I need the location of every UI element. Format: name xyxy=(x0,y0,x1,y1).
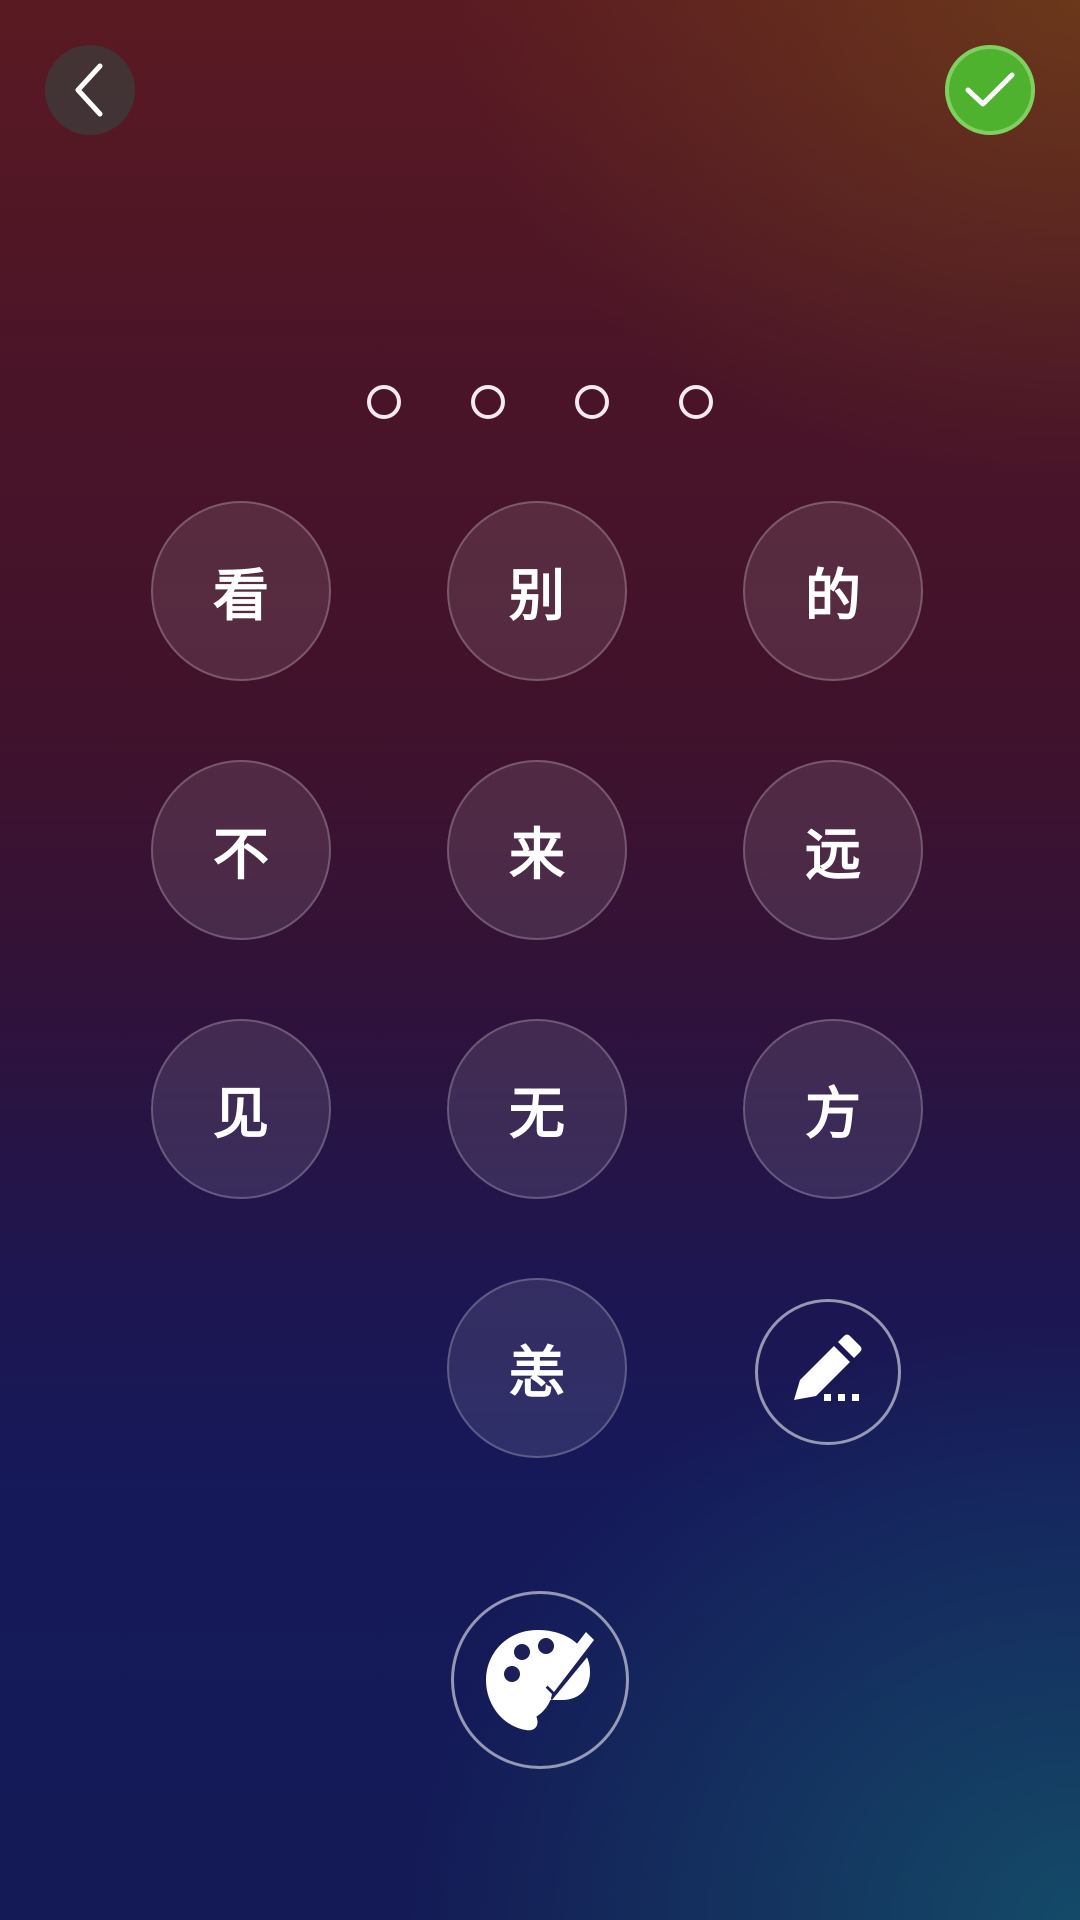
chevron-left-icon xyxy=(75,63,103,117)
key-0[interactable]: 恙 xyxy=(447,1278,627,1458)
palette-icon xyxy=(486,1630,598,1731)
back-button[interactable] xyxy=(45,45,135,135)
theme-button[interactable] xyxy=(451,1591,629,1769)
key-1[interactable]: 看 xyxy=(151,501,331,681)
passcode-dot xyxy=(679,385,713,419)
edit-button[interactable] xyxy=(755,1299,901,1445)
key-7[interactable]: 见 xyxy=(151,1019,331,1199)
key-5[interactable]: 来 xyxy=(447,760,627,940)
pencil-icon xyxy=(794,1334,862,1401)
confirm-button[interactable] xyxy=(945,45,1035,135)
lock-screen: 看 别 的 不 来 远 见 无 方 恙 xyxy=(0,0,1080,1920)
checkmark-icon xyxy=(965,72,1015,107)
key-9[interactable]: 方 xyxy=(743,1019,923,1199)
passcode-indicator xyxy=(0,385,1080,419)
key-8[interactable]: 无 xyxy=(447,1019,627,1199)
passcode-dot xyxy=(575,385,609,419)
key-3[interactable]: 的 xyxy=(743,501,923,681)
passcode-dot xyxy=(367,385,401,419)
passcode-dot xyxy=(471,385,505,419)
key-2[interactable]: 别 xyxy=(447,501,627,681)
key-6[interactable]: 远 xyxy=(743,760,923,940)
key-4[interactable]: 不 xyxy=(151,760,331,940)
